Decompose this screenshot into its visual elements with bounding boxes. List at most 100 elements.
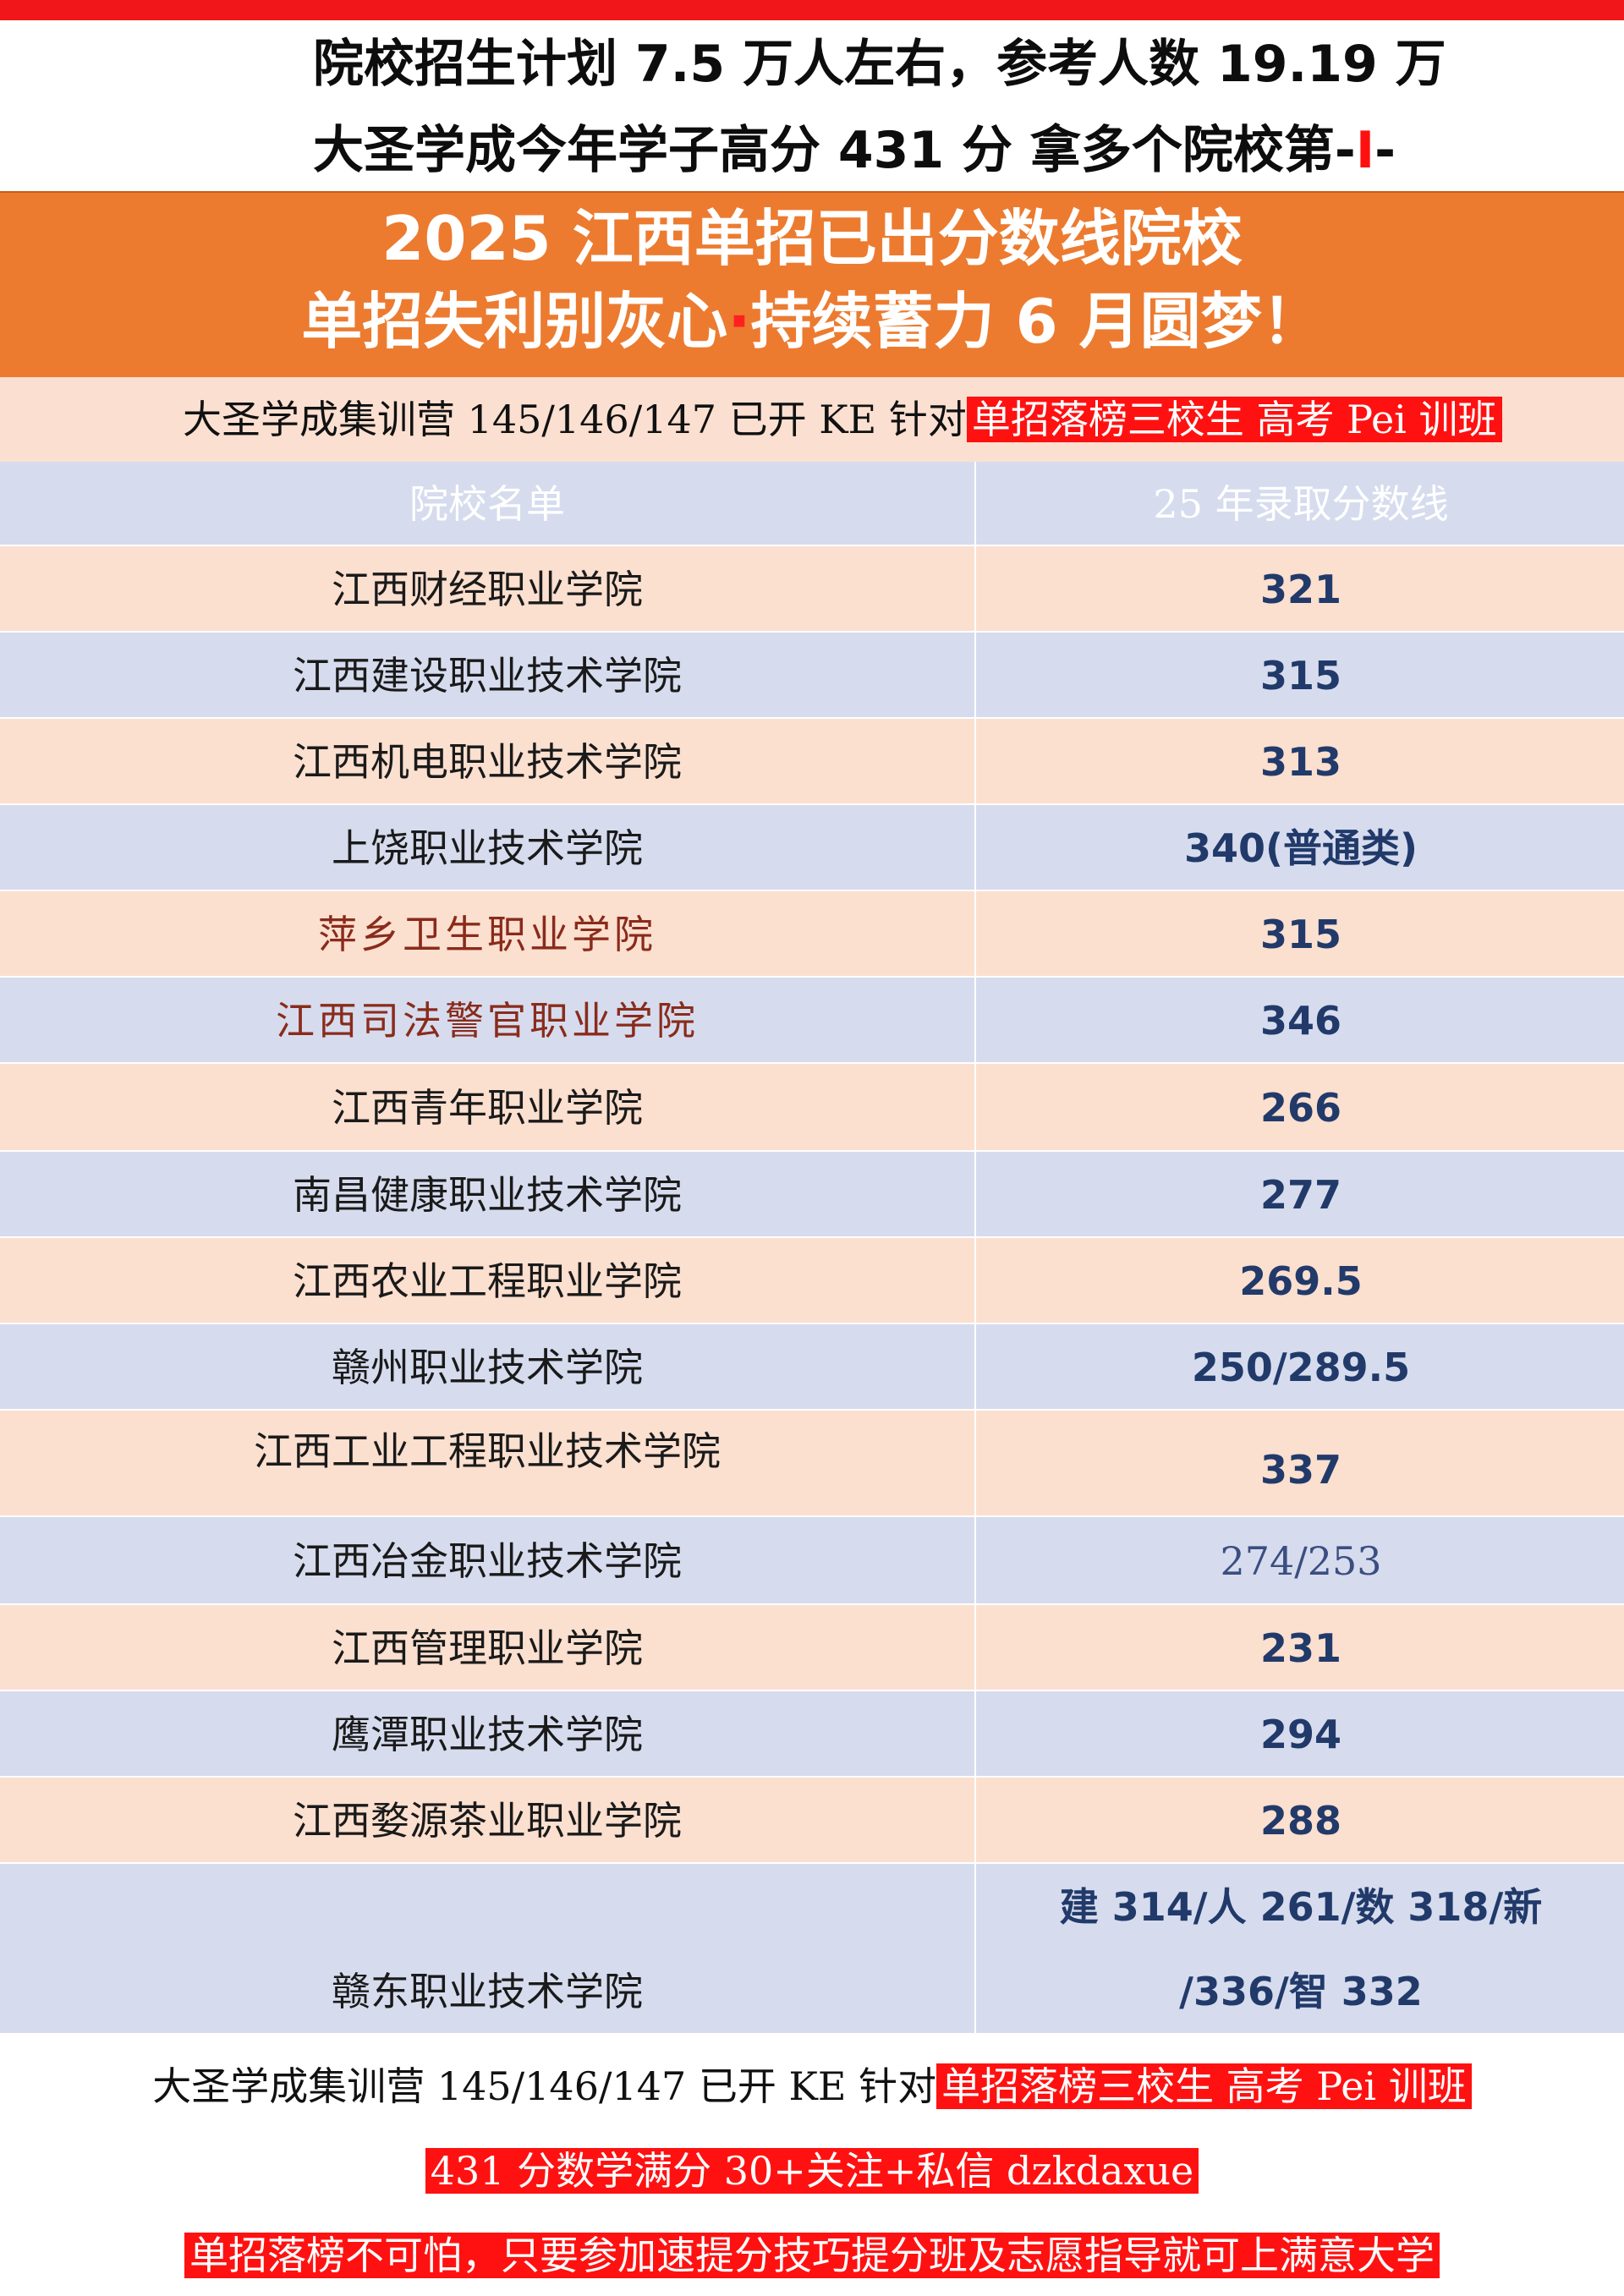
school-name: 赣州职业技术学院	[332, 1345, 643, 1390]
headline-high-score-text: 大圣学成今年学子高分 431 分 拿多个院校第-	[313, 121, 1356, 180]
score-value: 250/289.5	[1191, 1345, 1411, 1390]
headline-suffix: -	[1374, 121, 1396, 180]
footer-promo-highlight: 单招落榜三校生 高考 Pei 训班	[936, 2063, 1472, 2109]
school-name: 赣东职业技术学院	[332, 1969, 643, 2014]
header-school-list: 院校名单	[0, 462, 976, 545]
score-value: 315	[1259, 912, 1342, 957]
promo-highlight: 单招落榜三校生 高考 Pei 训班	[966, 397, 1502, 442]
banner-subtitle-b: 持续蓄力 6 月圆梦！	[750, 286, 1323, 357]
school-name-cell: 南昌健康职业技术学院	[0, 1152, 976, 1236]
table-row: 江西青年职业学院 266	[0, 1064, 1624, 1152]
school-name-cell: 上饶职业技术学院	[0, 805, 976, 890]
score-cell: 231	[978, 1605, 1624, 1690]
school-name: 江西青年职业学院	[332, 1085, 643, 1131]
score-value: 269.5	[1239, 1258, 1363, 1304]
school-name: 江西农业工程职业学院	[293, 1258, 682, 1304]
school-name-cell: 江西机电职业技术学院	[0, 719, 976, 803]
score-cell: 266	[978, 1064, 1624, 1150]
score-value: 266	[1259, 1085, 1342, 1131]
score-cell: 274/253	[978, 1517, 1624, 1603]
top-red-bar	[0, 0, 1624, 20]
school-name: 江西财经职业学院	[332, 567, 643, 612]
school-name: 萍乡卫生职业学院	[318, 912, 656, 957]
headline-enrollment: 院校招生计划 7.5 万人左右，参考人数 19.19 万	[313, 30, 1565, 98]
school-name: 江西建设职业技术学院	[293, 653, 682, 699]
score-value-line1: 建 314/人 261/数 318/新	[1059, 1884, 1543, 1930]
table-row: 江西建设职业技术学院 315	[0, 633, 1624, 719]
score-value: 337	[1259, 1447, 1342, 1493]
school-name: 南昌健康职业技术学院	[293, 1172, 682, 1218]
promo-row-top: 大圣学成集训营 145/146/147 已开 KE 针对 单招落榜三校生 高考 P…	[0, 377, 1624, 462]
title-banner: 2025 江西单招已出分数线院校 单招失利别灰心·持续蓄力 6 月圆梦！	[0, 191, 1624, 379]
school-name-cell: 江西冶金职业技术学院	[0, 1517, 976, 1603]
table-row: 赣东职业技术学院 建 314/人 261/数 318/新/336/智 332	[0, 1864, 1624, 2035]
score-cell: 315	[978, 891, 1624, 976]
school-name-cell: 江西青年职业学院	[0, 1064, 976, 1150]
table-row: 南昌健康职业技术学院 277	[0, 1152, 1624, 1238]
score-cell: 269.5	[978, 1238, 1624, 1323]
footer-contact-text: 431 分数学满分 30+关注+私信 dzkdaxue	[425, 2148, 1199, 2194]
banner-title: 2025 江西单招已出分数线院校	[381, 203, 1243, 274]
school-name: 江西管理职业学院	[332, 1625, 643, 1671]
promo-text: 大圣学成集训营 145/146/147 已开 KE 针对	[183, 397, 967, 442]
school-name-cell: 江西工业工程职业技术学院	[0, 1411, 976, 1515]
table-row: 鹰潭职业技术学院 294	[0, 1691, 1624, 1778]
school-name: 江西机电职业技术学院	[293, 739, 682, 785]
footer-contact-line: 431 分数学满分 30+关注+私信 dzkdaxue	[0, 2134, 1624, 2207]
header-score-text: 25 年录取分数线	[1153, 481, 1449, 527]
score-value: 274/253	[1220, 1538, 1382, 1584]
banner-subtitle-a: 单招失利别灰心	[301, 286, 728, 357]
banner-dot: ·	[727, 286, 751, 357]
school-name: 江西工业工程职业技术学院	[254, 1428, 721, 1474]
score-cell: 315	[978, 633, 1624, 717]
score-cell: 250/289.5	[978, 1324, 1624, 1409]
headline-high-score: 大圣学成今年学子高分 431 分 拿多个院校第-I-	[313, 117, 1565, 184]
table-row: 萍乡卫生职业学院 315	[0, 891, 1624, 978]
score-value-line2: /336/智 332	[1179, 1969, 1423, 2014]
score-cell: 346	[978, 978, 1624, 1062]
score-value: 277	[1259, 1172, 1342, 1218]
school-name-cell: 赣州职业技术学院	[0, 1324, 976, 1409]
school-name-cell: 江西婺源茶业职业学院	[0, 1778, 976, 1862]
table-row: 江西婺源茶业职业学院 288	[0, 1778, 1624, 1864]
score-value: 321	[1259, 567, 1342, 612]
score-cell: 294	[978, 1691, 1624, 1776]
score-value: 294	[1259, 1712, 1342, 1757]
footer-promo-line: 大圣学成集训营 145/146/147 已开 KE 针对 单招落榜三校生 高考 P…	[0, 2050, 1624, 2123]
school-name: 江西司法警官职业学院	[276, 998, 699, 1044]
school-name-cell: 江西农业工程职业学院	[0, 1238, 976, 1323]
table-header-row: 院校名单 25 年录取分数线	[0, 462, 1624, 546]
header-score-line: 25 年录取分数线	[978, 462, 1624, 545]
score-value: 313	[1259, 739, 1342, 785]
score-value: 231	[1259, 1625, 1342, 1671]
headline-enrollment-text: 院校招生计划 7.5 万人左右，参考人数 19.19 万	[313, 35, 1446, 94]
banner-subtitle: 单招失利别灰心·持续蓄力 6 月圆梦！	[0, 281, 1624, 362]
school-name-cell: 江西建设职业技术学院	[0, 633, 976, 717]
table-row: 江西工业工程职业技术学院 337	[0, 1411, 1624, 1517]
footer-promo-text: 大圣学成集训营 145/146/147 已开 KE 针对	[152, 2063, 937, 2109]
school-name-cell: 江西司法警官职业学院	[0, 978, 976, 1062]
table-row: 江西管理职业学院 231	[0, 1605, 1624, 1691]
footer-slogan-line: 单招落榜不可怕，只要参加速提分技巧提分班及志愿指导就可上满意大学	[0, 2219, 1624, 2292]
school-name-cell: 萍乡卫生职业学院	[0, 891, 976, 976]
table-row: 江西冶金职业技术学院 274/253	[0, 1517, 1624, 1605]
school-name: 鹰潭职业技术学院	[332, 1712, 643, 1757]
score-value: 346	[1259, 998, 1342, 1044]
school-name-cell: 江西管理职业学院	[0, 1605, 976, 1690]
score-cell: 288	[978, 1778, 1624, 1862]
table-row: 江西机电职业技术学院 313	[0, 719, 1624, 805]
table-row: 江西农业工程职业学院 269.5	[0, 1238, 1624, 1324]
table-row: 赣州职业技术学院 250/289.5	[0, 1324, 1624, 1411]
score-cell: 313	[978, 719, 1624, 803]
school-name: 江西婺源茶业职业学院	[293, 1798, 682, 1844]
school-name-cell: 鹰潭职业技术学院	[0, 1691, 976, 1776]
school-name: 上饶职业技术学院	[332, 825, 643, 871]
headline-red-mark: I	[1355, 121, 1375, 180]
school-name: 江西冶金职业技术学院	[293, 1538, 682, 1584]
score-value: 288	[1259, 1798, 1342, 1844]
header-name-text: 院校名单	[409, 481, 565, 527]
score-value: 340(普通类)	[1183, 825, 1418, 871]
score-cell: 340(普通类)	[978, 805, 1624, 890]
score-cell: 277	[978, 1152, 1624, 1236]
score-cell: 337	[978, 1411, 1624, 1515]
